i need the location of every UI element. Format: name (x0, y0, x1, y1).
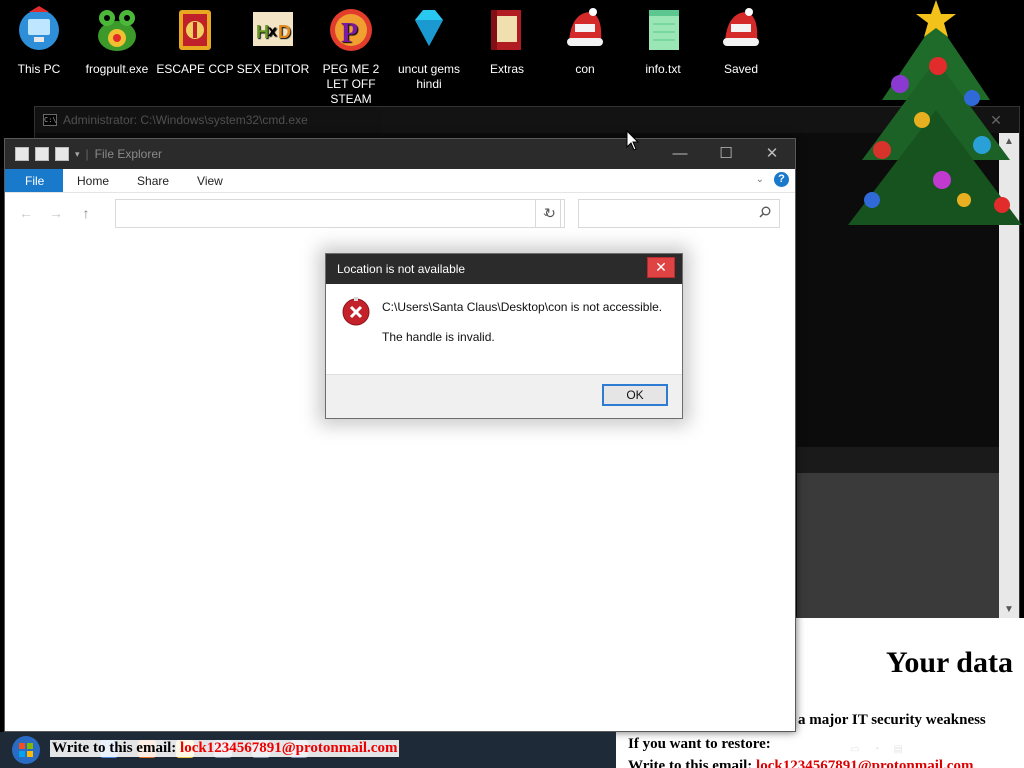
dialog-footer: OK (326, 374, 682, 418)
customize-quick-access-icon[interactable]: ▾ (75, 149, 80, 160)
ransom-email: lock1234567891@protonmail.com (756, 758, 974, 768)
refresh-button[interactable]: ↻ (535, 199, 565, 228)
tab-home[interactable]: Home (63, 169, 123, 192)
desktop-icon-frogpult[interactable]: frogpult.exe (78, 6, 156, 77)
expand-ribbon-icon[interactable]: ⌄ (756, 174, 764, 185)
explorer-title: File Explorer (94, 147, 163, 161)
dialog-title: Location is not available (337, 262, 466, 276)
action-center-icon[interactable]: ▤ (894, 744, 903, 755)
explorer-maximize-button[interactable]: ☐ (703, 139, 749, 169)
tab-view[interactable]: View (183, 169, 237, 192)
windows-start-icon[interactable] (8, 735, 44, 765)
search-input[interactable] (578, 199, 780, 228)
back-arrow-icon[interactable]: ← (15, 205, 37, 221)
desktop-icon-escape-ccp[interactable]: ESCAPE CCP (156, 6, 234, 77)
cmd-grey-area (797, 473, 999, 619)
ransom-restore-panel: If you want to restore: Write to this em… (616, 732, 1024, 768)
gem-icon (415, 10, 443, 46)
tab-share[interactable]: Share (123, 169, 183, 192)
new-folder-icon[interactable] (55, 147, 69, 161)
christmas-tree-icon (848, 0, 1022, 225)
taskbar-overlay-email: lock1234567891@protonmail.com (180, 740, 398, 756)
desktop-icon-sex-editor[interactable]: H x D SEX EDITOR (234, 6, 312, 77)
properties-icon[interactable] (35, 147, 49, 161)
desktop-icon-this-pc[interactable]: This PC (0, 6, 78, 77)
error-icon (342, 297, 370, 326)
taskbar: Write to this email: lock1234567891@prot… (0, 732, 616, 768)
ransom-line: a major IT security weakness (798, 712, 986, 728)
mouse-cursor-icon (626, 130, 640, 151)
desktop-icon-con[interactable]: con (546, 6, 624, 77)
computer-icon (19, 6, 59, 50)
tab-file[interactable]: File (5, 169, 63, 192)
svg-text:x: x (268, 23, 277, 40)
help-icon[interactable]: ? (774, 172, 789, 187)
dialog-titlebar[interactable]: Location is not available ✕ (326, 254, 682, 284)
dialog-detail: The handle is invalid. (382, 330, 495, 344)
santa-hat-icon (567, 8, 603, 46)
svg-text:D: D (278, 22, 291, 42)
notepad-icon (649, 10, 679, 50)
frog-icon (98, 10, 136, 51)
dialog-message: C:\Users\Santa Claus\Desktop\con is not … (382, 300, 663, 314)
p-logo-icon: P (330, 9, 372, 51)
desktop-icon-saved[interactable]: Saved (702, 6, 780, 77)
navigation-bar: ← → ↑ ⌄ ↻ (5, 193, 795, 233)
santa-hat-icon (723, 8, 759, 46)
explorer-close-button[interactable]: ✕ (749, 139, 795, 169)
taskbar-overlay-text: Write to this email: lock1234567891@prot… (50, 740, 400, 757)
desktop-icon-info-txt[interactable]: info.txt (624, 6, 702, 77)
up-arrow-icon[interactable]: ↑ (75, 205, 97, 221)
desktop-icon-extras[interactable]: Extras (468, 6, 546, 77)
cmd-icon: C:\ (43, 114, 57, 126)
scroll-down-icon[interactable]: ▼ (999, 601, 1019, 619)
dialog-body: C:\Users\Santa Claus\Desktop\con is not … (326, 284, 682, 374)
address-bar[interactable]: ⌄ (115, 199, 561, 228)
cmd-title: Administrator: C:\Windows\system32\cmd.e… (63, 113, 308, 127)
hxd-icon: H x D (253, 12, 293, 46)
explorer-app-icon (15, 147, 29, 161)
ransom-heading: Your data (886, 646, 1013, 679)
explorer-titlebar[interactable]: ▾ | File Explorer — ☐ ✕ (5, 139, 795, 169)
svg-text:P: P (341, 18, 358, 49)
system-tray: ▭ ◔ ▤ (850, 744, 903, 755)
desktop-icon-uncut-gems[interactable]: uncut gems hindi (390, 6, 468, 92)
desktop-icon-peg-me[interactable]: P PEG ME 2 LET OFF STEAM (312, 6, 390, 107)
ransom-write-text: Write to this email: lock1234567891@prot… (628, 758, 973, 768)
search-icon (759, 206, 771, 218)
error-dialog[interactable]: Location is not available ✕ C:\Users\San… (325, 253, 683, 419)
network-icon[interactable]: ◔ (873, 744, 879, 755)
forward-arrow-icon[interactable]: → (45, 205, 67, 221)
lantern-icon (179, 10, 211, 50)
dialog-close-button[interactable]: ✕ (647, 257, 675, 278)
notification-icon[interactable]: ▭ (850, 744, 859, 755)
titlebar-divider: | (85, 147, 89, 161)
ribbon: File Home Share View ⌄ ? (5, 169, 795, 193)
book-icon (491, 10, 521, 50)
file-explorer-window[interactable]: ▾ | File Explorer — ☐ ✕ File Home Share … (4, 138, 796, 732)
explorer-minimize-button[interactable]: — (657, 139, 703, 169)
ok-button[interactable]: OK (602, 384, 668, 406)
ransom-restore-text: If you want to restore: (628, 736, 771, 752)
